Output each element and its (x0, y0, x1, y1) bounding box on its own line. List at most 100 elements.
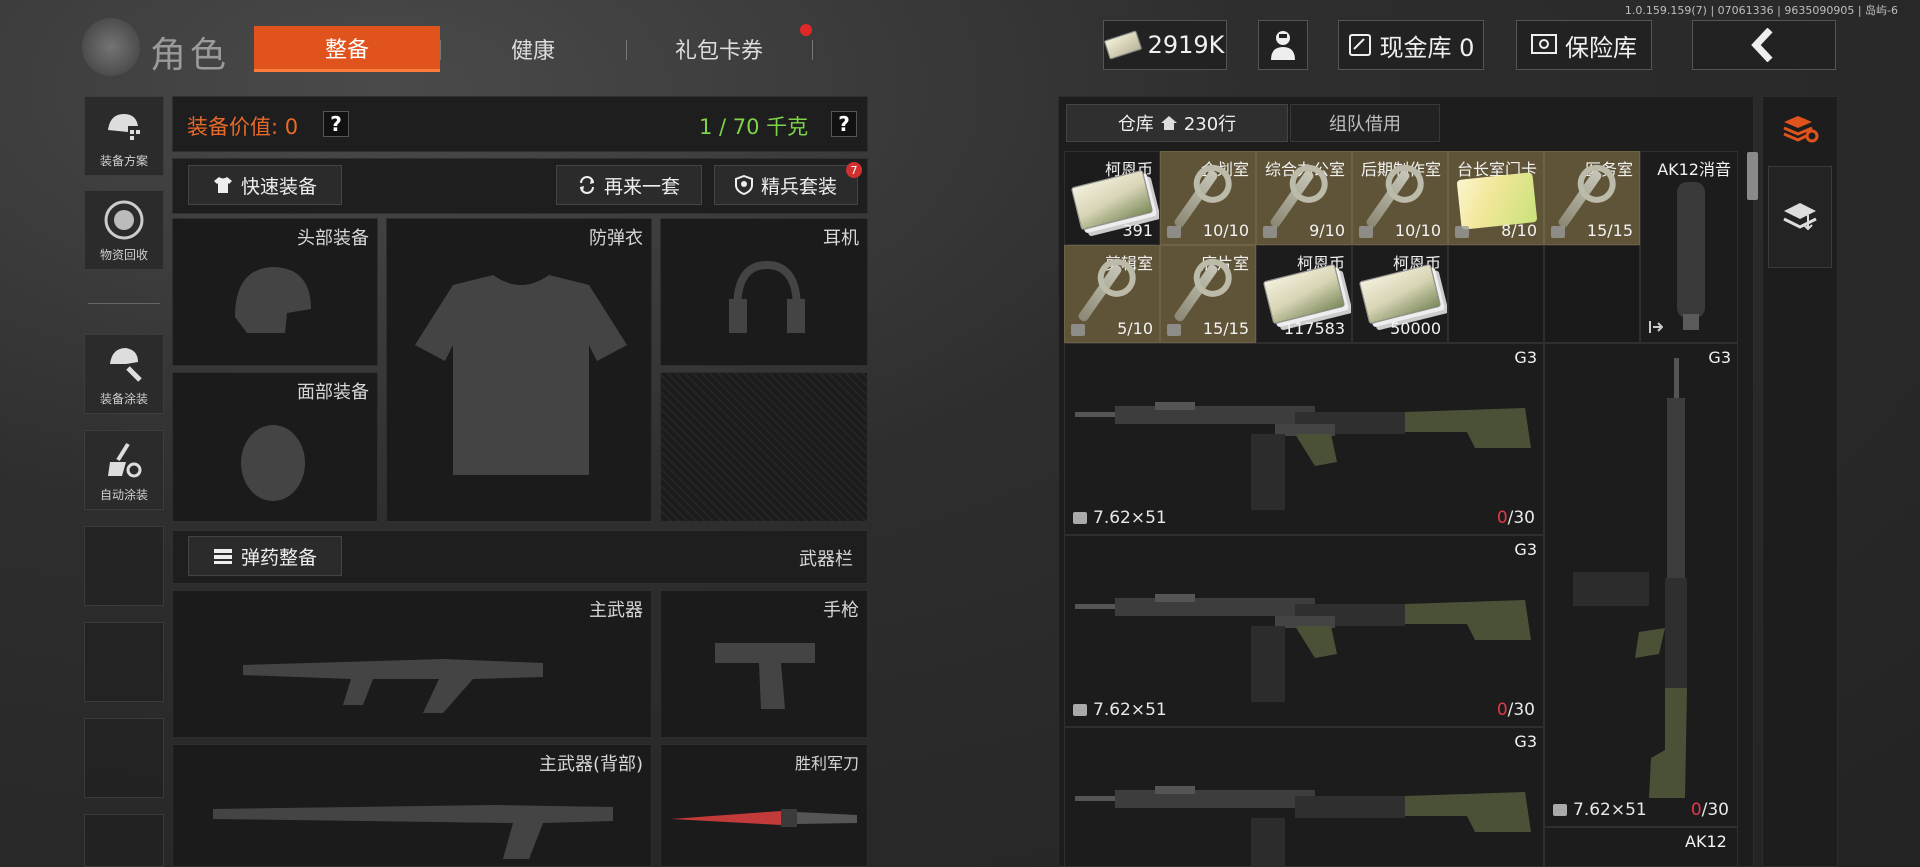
ammo-box-icon (1553, 804, 1567, 816)
vest-icon (415, 275, 627, 475)
auto-paint-icon (102, 440, 146, 480)
safe-box-label: 保险库 (1565, 33, 1637, 62)
lock-icon (1167, 226, 1181, 238)
cash-bundle-icon (1358, 263, 1442, 325)
again-label: 再来一套 (603, 175, 680, 198)
slot-label: 防弹衣 (589, 228, 643, 249)
version-text: 1.0.159.159(7) | 07061336 | 9635090905 |… (1624, 4, 1898, 17)
safe-box-button[interactable]: 保险库 (1516, 20, 1652, 70)
magazine-count: 0/30 (1496, 700, 1535, 720)
slot-pistol[interactable]: 手枪 (660, 590, 868, 738)
item-cell[interactable]: 柯恩币 117583 (1256, 245, 1352, 343)
slot-armor[interactable]: 防弹衣 (386, 218, 652, 522)
recycle-icon (102, 200, 146, 240)
rail-recycle-button[interactable]: 物资回收 (84, 190, 164, 270)
item-cell[interactable]: 柯恩币 391 (1064, 151, 1160, 245)
slot-primary[interactable]: 主武器 (172, 590, 652, 738)
item-name: AK12 (1685, 832, 1727, 851)
rail-empty-slot (84, 814, 164, 867)
rail-label: 装备方案 (99, 154, 148, 168)
rail-empty-slot (84, 622, 164, 702)
g3-rifle-icon (1075, 402, 1531, 510)
item-count: 10/10 (1394, 221, 1441, 240)
role-logo (82, 18, 140, 76)
rail-auto-paint-button[interactable]: 自动涂装 (84, 430, 164, 510)
equip-summary-bar: 装备价值: 0 ? 1 / 70 千克 ? (172, 96, 868, 152)
item-cell[interactable]: AK12 (1544, 827, 1738, 867)
shirt-icon (213, 177, 232, 193)
quick-equip-label: 快速装备 (240, 175, 317, 198)
rail-label: 装备涂装 (99, 392, 148, 406)
tab-storage[interactable]: 仓库 230行 (1066, 104, 1288, 142)
back-button[interactable] (1692, 20, 1836, 70)
weight-help-button[interactable]: ? (831, 111, 857, 137)
rail-empty-slot (84, 526, 164, 606)
lock-icon (1167, 324, 1181, 336)
warehouse-scrollbar[interactable] (1747, 152, 1758, 200)
sort-button[interactable] (1768, 100, 1832, 156)
slot-face[interactable]: 面部装备 (172, 372, 378, 522)
empty-cell[interactable] (1448, 245, 1544, 343)
rifle-item-vertical[interactable]: G3 7.62×51 0/30 (1544, 343, 1738, 827)
pistol-icon (715, 643, 815, 709)
slot-primary-back[interactable]: 主武器(背部) (172, 744, 652, 867)
rifle-item[interactable]: G3 (1064, 727, 1544, 867)
slot-knife[interactable]: 胜利军刀 (660, 744, 868, 867)
item-cell[interactable]: 剪辑室 5/10 (1064, 245, 1160, 343)
cash-vault-icon (1348, 34, 1371, 56)
rail-label: 物资回收 (99, 248, 148, 262)
lock-icon (1455, 226, 1469, 238)
face-mask-icon (241, 425, 305, 501)
slot-label: 主武器(背部) (538, 754, 643, 775)
item-cell[interactable]: 医务室 15/15 (1544, 151, 1640, 245)
skin-icon (102, 344, 146, 384)
rifle-item[interactable]: G3 7.62×51 0/30 (1064, 535, 1544, 727)
rail-skin-button[interactable]: 装备涂装 (84, 334, 164, 414)
item-cell[interactable]: 柯恩币 50000 (1352, 245, 1448, 343)
cash-vault-button[interactable]: 现金库 0 (1338, 20, 1484, 70)
item-cell[interactable]: 企划室 10/10 (1160, 151, 1256, 245)
rifle-item[interactable]: G3 7.62×51 0/30 (1064, 343, 1544, 535)
layers-download-icon (1783, 203, 1817, 231)
item-count: 50000 (1390, 319, 1441, 338)
item-cell[interactable]: 综合办公室 9/10 (1256, 151, 1352, 245)
rifle-back-icon (213, 805, 613, 859)
money-display[interactable]: 2919K (1103, 20, 1227, 70)
quick-equip-button[interactable]: 快速装备 (188, 165, 342, 205)
rail-empty-slot (84, 718, 164, 798)
elite-badge: 7 (846, 162, 862, 178)
item-count: 117583 (1283, 319, 1345, 338)
tab-gift-cards[interactable]: 礼包卡券 (626, 26, 812, 72)
again-button[interactable]: 再来一套 (556, 165, 702, 205)
item-cell[interactable]: AK12消音 (1640, 151, 1738, 343)
slot-headset[interactable]: 耳机 (660, 218, 868, 366)
item-count: 391 (1122, 221, 1153, 240)
slot-head[interactable]: 头部装备 (172, 218, 378, 366)
empty-cell[interactable] (1544, 245, 1640, 343)
lock-icon (1263, 226, 1277, 238)
item-cell[interactable]: 底片室 15/15 (1160, 245, 1256, 343)
slot-extra (660, 372, 868, 522)
elite-set-button[interactable]: 精兵套装 (714, 165, 858, 205)
key-icon (1556, 169, 1604, 229)
stash-button[interactable] (1768, 166, 1832, 268)
item-cell[interactable]: 后期制作室 10/10 (1352, 151, 1448, 245)
item-name: AK12消音 (1657, 160, 1731, 179)
tab-team-borrow[interactable]: 组队借用 (1290, 104, 1440, 142)
tab-equip[interactable]: 整备 (254, 26, 440, 72)
key-icon (1172, 169, 1220, 229)
tab-health[interactable]: 健康 (440, 26, 626, 72)
equip-value: 装备价值: 0 (187, 115, 299, 139)
rail-loadout-button[interactable]: 装备方案 (84, 96, 164, 176)
item-count: 15/15 (1202, 319, 1249, 338)
agent-icon (1271, 31, 1295, 60)
ammo-prep-button[interactable]: 弹药整备 (188, 536, 342, 576)
agent-button[interactable] (1258, 20, 1308, 70)
slot-label: 手枪 (823, 600, 859, 621)
value-help-button[interactable]: ? (323, 111, 349, 137)
elite-set-label: 精兵套装 (760, 175, 837, 198)
item-cell[interactable]: 台长室门卡 8/10 (1448, 151, 1544, 245)
item-count: 10/10 (1202, 221, 1249, 240)
weight-value: 1 / 70 千克 (699, 115, 809, 139)
weapon-bar-label: 武器栏 (799, 549, 853, 570)
